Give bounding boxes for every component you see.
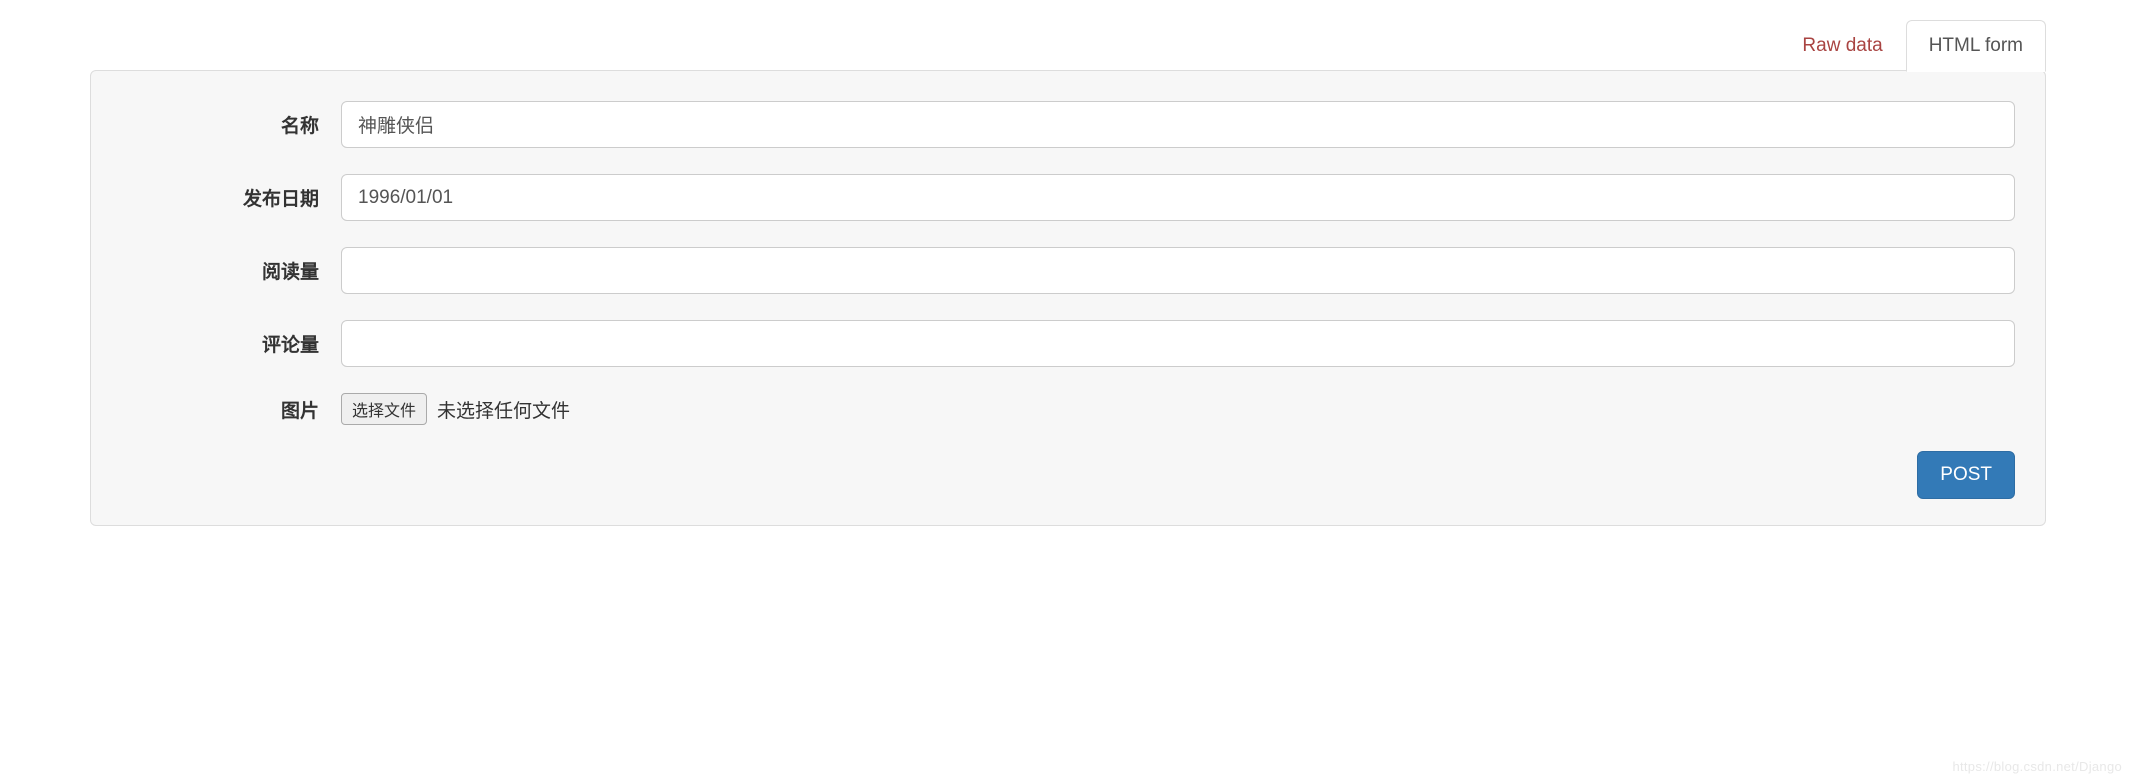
input-read-count[interactable] <box>341 247 2015 294</box>
tab-html-form[interactable]: HTML form <box>1906 20 2046 72</box>
form-row-name: 名称 <box>121 101 2015 148</box>
file-choose-button[interactable]: 选择文件 <box>341 393 427 425</box>
form-panel: 名称 发布日期 阅读量 评论量 图片 选择文件 未选择任何文件 POST <box>90 70 2046 526</box>
label-publish-date: 发布日期 <box>121 184 341 211</box>
form-row-read-count: 阅读量 <box>121 247 2015 294</box>
label-image: 图片 <box>121 396 341 423</box>
label-read-count: 阅读量 <box>121 257 341 284</box>
watermark-text: https://blog.csdn.net/Django <box>1952 759 2122 774</box>
input-comment-count[interactable] <box>341 320 2015 367</box>
label-comment-count: 评论量 <box>121 330 341 357</box>
button-row: POST <box>121 451 2015 499</box>
label-name: 名称 <box>121 111 341 138</box>
input-publish-date[interactable] <box>341 174 2015 221</box>
post-button[interactable]: POST <box>1917 451 2015 499</box>
file-status-text: 未选择任何文件 <box>437 396 570 423</box>
form-row-publish-date: 发布日期 <box>121 174 2015 221</box>
form-row-image: 图片 选择文件 未选择任何文件 <box>121 393 2015 425</box>
tabs: Raw data HTML form <box>1779 20 2046 71</box>
form-row-comment-count: 评论量 <box>121 320 2015 367</box>
file-control: 选择文件 未选择任何文件 <box>341 393 570 425</box>
tab-raw-data[interactable]: Raw data <box>1779 20 1905 72</box>
tabs-container: Raw data HTML form <box>90 20 2046 71</box>
input-name[interactable] <box>341 101 2015 148</box>
